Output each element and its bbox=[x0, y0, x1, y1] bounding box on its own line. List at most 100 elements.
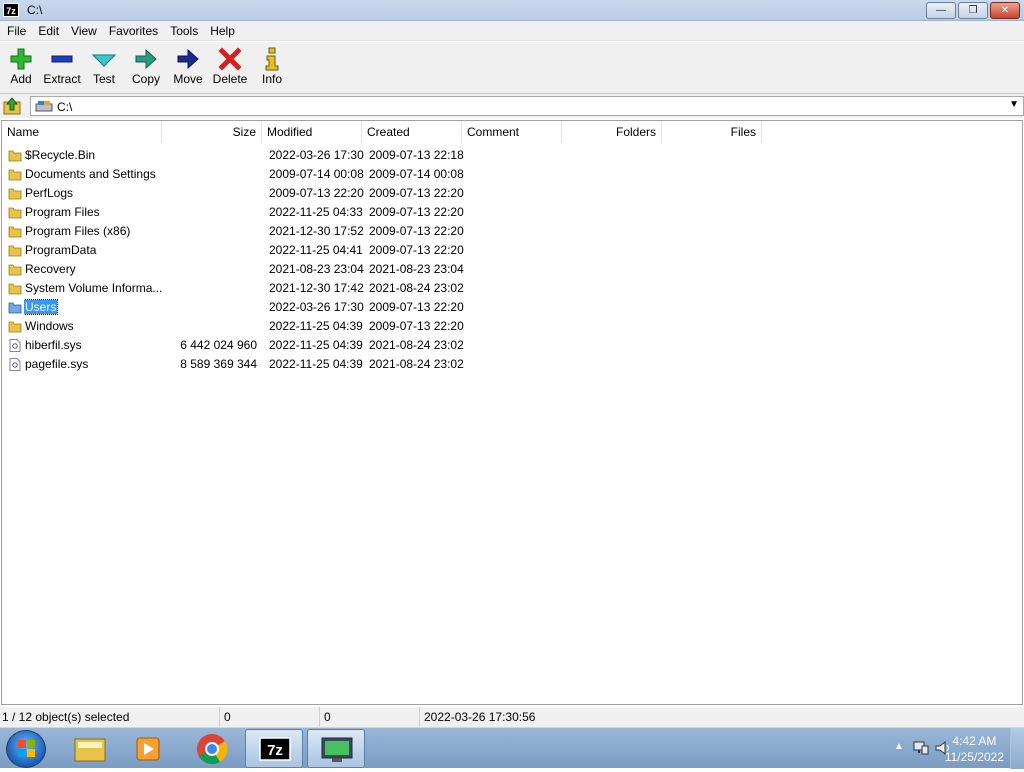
table-row[interactable]: $Recycle.Bin 2022-03-26 17:30 2009-07-13 2… bbox=[2, 146, 1022, 165]
column-name[interactable]: Name bbox=[2, 121, 162, 143]
column-comment[interactable]: Comment bbox=[462, 121, 562, 143]
column-created[interactable]: Created bbox=[362, 121, 462, 143]
add-button[interactable]: Add bbox=[0, 46, 42, 92]
folder-icon bbox=[8, 263, 22, 276]
file-name-text: $Recycle.Bin bbox=[25, 148, 96, 162]
file-modified-text: 2022-11-25 04:39 bbox=[269, 319, 363, 333]
file-list[interactable]: Name Size Modified Created Comment Folde… bbox=[1, 120, 1023, 705]
minimize-button[interactable]: — bbox=[926, 2, 956, 19]
file-created: 2021-08-23 23:04 bbox=[369, 260, 464, 279]
file-created-text: 2021-08-24 23:02 bbox=[369, 357, 464, 371]
file-name: $Recycle.Bin bbox=[24, 146, 164, 165]
file-created-text: 2009-07-13 22:20 bbox=[369, 300, 464, 314]
column-folders[interactable]: Folders bbox=[562, 121, 662, 143]
test-button[interactable]: Test bbox=[83, 46, 125, 92]
table-row[interactable]: ProgramData 2022-11-25 04:41 2009-07-13 22… bbox=[2, 241, 1022, 260]
delete-label: Delete bbox=[212, 72, 248, 86]
taskbar: 7z ▲ 4:42 AM 11/25/2022 bbox=[0, 727, 1024, 769]
taskbar-explorer[interactable] bbox=[60, 729, 118, 768]
file-name: Documents and Settings bbox=[24, 165, 164, 184]
7zip-app-icon[interactable]: 7z bbox=[3, 3, 19, 17]
taskbar-chrome[interactable] bbox=[182, 729, 240, 768]
menu-bar: File Edit View Favorites Tools Help bbox=[0, 21, 1024, 41]
file-modified: 2022-03-26 17:30 bbox=[269, 298, 364, 317]
column-files[interactable]: Files bbox=[662, 121, 762, 143]
delete-button[interactable]: Delete bbox=[209, 46, 251, 92]
file-modified-text: 2022-03-26 17:30 bbox=[269, 300, 364, 314]
show-desktop-button[interactable] bbox=[1010, 728, 1024, 769]
table-row[interactable]: Program Files (x86) 2021-12-30 17:52 2009-… bbox=[2, 222, 1022, 241]
tray-expand-icon[interactable]: ▲ bbox=[894, 741, 904, 752]
file-name-text: Program Files (x86) bbox=[25, 224, 131, 238]
check-icon bbox=[83, 46, 125, 72]
file-size-text: 8 589 369 344 bbox=[180, 357, 257, 371]
file-created: 2009-07-14 00:08 bbox=[369, 165, 464, 184]
taskbar-7zip[interactable]: 7z bbox=[245, 729, 303, 768]
file-name-text: Documents and Settings bbox=[25, 167, 156, 181]
table-row[interactable]: Users 2022-03-26 17:30 2009-07-13 22:20 bbox=[2, 298, 1022, 317]
table-row[interactable]: pagefile.sys 8 589 369 344 2022-11-25 04:3… bbox=[2, 355, 1022, 374]
menu-file[interactable]: File bbox=[1, 21, 32, 41]
folder-icon bbox=[8, 320, 22, 333]
file-created-text: 2009-07-14 00:08 bbox=[369, 167, 464, 181]
file-name-text: ProgramData bbox=[25, 243, 97, 257]
table-row[interactable]: PerfLogs 2009-07-13 22:20 2009-07-13 22:20 bbox=[2, 184, 1022, 203]
status-selection: 1 / 12 object(s) selected bbox=[0, 707, 220, 727]
delete-x-icon bbox=[209, 46, 251, 72]
file-name-text: Program Files bbox=[25, 205, 100, 219]
status-packed: 0 bbox=[322, 707, 420, 727]
taskbar-media-player[interactable] bbox=[120, 729, 178, 768]
file-modified-text: 2022-11-25 04:39 bbox=[269, 338, 363, 352]
minus-icon bbox=[41, 46, 83, 72]
menu-favorites[interactable]: Favorites bbox=[103, 21, 164, 41]
copy-button[interactable]: Copy bbox=[125, 46, 167, 92]
extract-button[interactable]: Extract bbox=[41, 46, 83, 92]
start-button[interactable] bbox=[6, 730, 46, 768]
menu-help[interactable]: Help bbox=[204, 21, 241, 41]
file-created: 2009-07-13 22:20 bbox=[369, 241, 464, 260]
system-file-icon bbox=[8, 339, 22, 352]
network-icon[interactable] bbox=[912, 739, 930, 757]
table-row[interactable]: System Volume Informa... 2021-12-30 17:42… bbox=[2, 279, 1022, 298]
windows-logo-icon bbox=[18, 740, 35, 757]
up-folder-button[interactable] bbox=[2, 96, 24, 116]
column-modified[interactable]: Modified bbox=[262, 121, 362, 143]
file-name-text: Users bbox=[24, 299, 59, 315]
file-name-text: System Volume Informa... bbox=[25, 281, 163, 295]
table-row[interactable]: Windows 2022-11-25 04:39 2009-07-13 22:20 bbox=[2, 317, 1022, 336]
file-modified: 2022-11-25 04:39 bbox=[269, 355, 363, 374]
maximize-button[interactable]: ❐ bbox=[958, 2, 988, 19]
file-modified-text: 2022-11-25 04:39 bbox=[269, 357, 363, 371]
file-modified: 2009-07-14 00:08 bbox=[269, 165, 364, 184]
file-created: 2009-07-13 22:20 bbox=[369, 298, 464, 317]
copy-arrow-icon bbox=[125, 46, 167, 72]
taskbar-remote-monitor[interactable] bbox=[307, 729, 365, 768]
file-created: 2009-07-13 22:20 bbox=[369, 184, 464, 203]
table-row[interactable]: Recovery 2021-08-23 23:04 2021-08-23 23:04 bbox=[2, 260, 1022, 279]
clock[interactable]: 4:42 AM 11/25/2022 bbox=[945, 733, 1004, 765]
file-modified-text: 2021-08-23 23:04 bbox=[269, 262, 364, 276]
chevron-down-icon[interactable]: ▼ bbox=[1009, 99, 1019, 110]
folder-icon bbox=[8, 149, 22, 162]
menu-edit[interactable]: Edit bbox=[32, 21, 65, 41]
info-button[interactable]: Info bbox=[251, 46, 293, 92]
folder-icon bbox=[8, 168, 22, 181]
table-row[interactable]: Documents and Settings 2009-07-14 00:08 20… bbox=[2, 165, 1022, 184]
menu-view[interactable]: View bbox=[65, 21, 103, 41]
address-field[interactable]: C:\ ▼ bbox=[30, 96, 1024, 116]
move-button[interactable]: Move bbox=[167, 46, 209, 92]
file-created-text: 2009-07-13 22:20 bbox=[369, 205, 464, 219]
table-row[interactable]: hiberfil.sys 6 442 024 960 2022-11-25 04:3… bbox=[2, 336, 1022, 355]
svg-text:7z: 7z bbox=[267, 742, 283, 759]
column-size[interactable]: Size bbox=[162, 121, 262, 143]
address-bar: C:\ ▼ bbox=[0, 94, 1024, 118]
table-row[interactable]: Program Files 2022-11-25 04:33 2009-07-13 … bbox=[2, 203, 1022, 222]
file-name-text: hiberfil.sys bbox=[25, 338, 82, 352]
file-modified: 2022-11-25 04:41 bbox=[269, 241, 363, 260]
file-created: 2009-07-13 22:20 bbox=[369, 203, 464, 222]
file-name: hiberfil.sys bbox=[24, 336, 164, 355]
plus-icon bbox=[0, 46, 42, 72]
menu-tools[interactable]: Tools bbox=[164, 21, 204, 41]
test-label: Test bbox=[92, 72, 115, 86]
close-button[interactable]: ✕ bbox=[990, 2, 1020, 19]
